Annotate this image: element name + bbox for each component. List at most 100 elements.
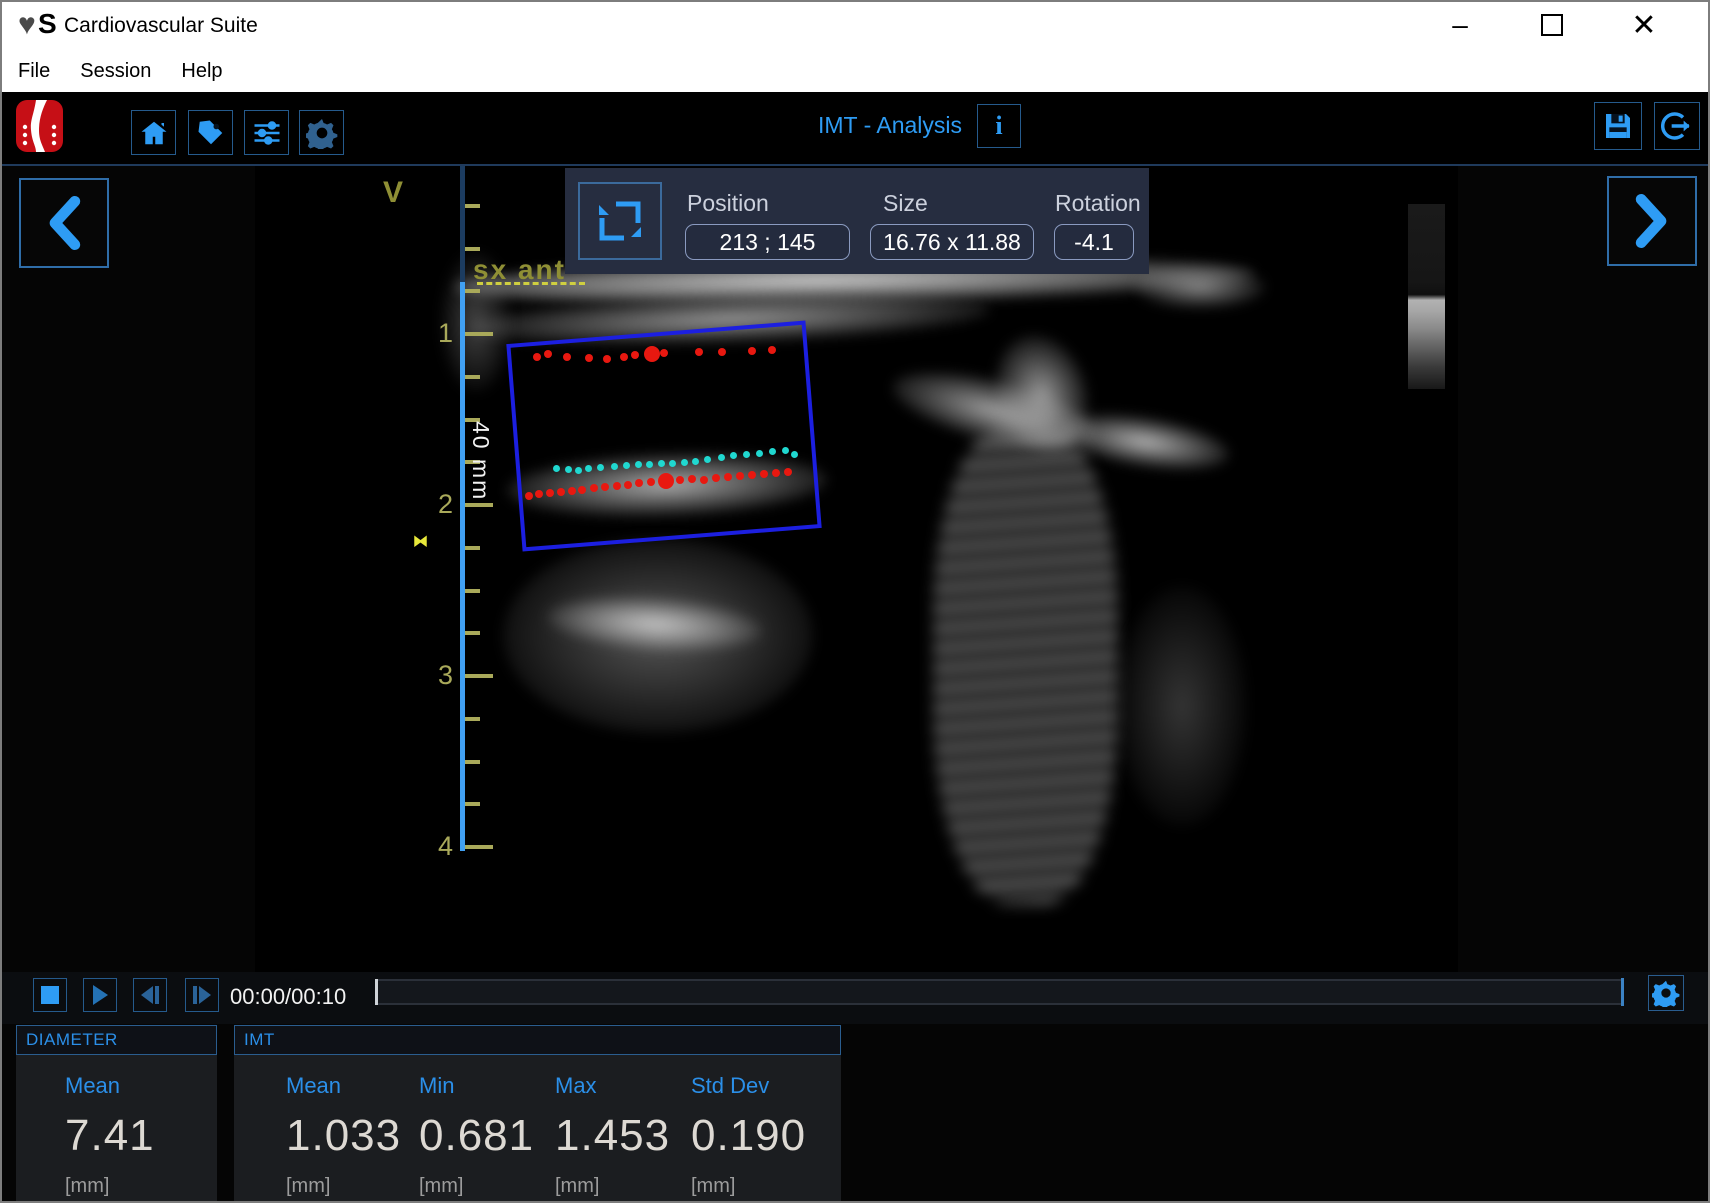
heart-logo-icon: ♥ <box>18 8 36 42</box>
ruler-minor-tick <box>465 289 480 293</box>
near-wall-dot <box>660 349 668 357</box>
ruler-minor-tick <box>465 247 480 251</box>
intima-lumen-dot <box>646 461 653 468</box>
media-adventitia-dot <box>525 492 533 500</box>
menu-session[interactable]: Session <box>80 60 151 83</box>
annotation-underline <box>477 282 585 285</box>
menu-file[interactable]: File <box>18 60 50 83</box>
near-wall-dot <box>563 353 571 361</box>
near-wall-dot <box>718 348 726 356</box>
step-backward-icon <box>139 985 161 1005</box>
stat-label: Std Dev <box>691 1073 806 1099</box>
intima-lumen-dot <box>553 465 560 472</box>
info-icon: i <box>995 111 1002 141</box>
focus-marker-icon: ⧓ <box>413 532 428 550</box>
playhead-marker[interactable] <box>375 979 378 1005</box>
diameter-panel-header: DIAMETER <box>16 1025 217 1055</box>
stat-value: 1.033 <box>286 1111 401 1161</box>
chevron-left-icon <box>42 196 86 250</box>
seek-bar[interactable] <box>375 979 1624 1005</box>
depth-ruler <box>460 282 465 851</box>
intima-lumen-dot <box>658 460 665 467</box>
near-wall-main-marker <box>644 346 660 362</box>
intima-lumen-dot <box>597 464 604 471</box>
stop-button[interactable] <box>33 978 67 1012</box>
info-button[interactable]: i <box>977 104 1021 148</box>
intima-lumen-dot <box>585 465 592 472</box>
media-adventitia-dot <box>535 490 543 498</box>
rotation-value[interactable]: -4.1 <box>1054 224 1134 260</box>
menu-bar: File Session Help <box>2 50 1708 92</box>
measurements-area: DIAMETER Mean 7.41 [mm] IMT Mean 1.033 [… <box>2 1024 1708 1203</box>
previous-image-button[interactable] <box>19 178 109 268</box>
stat-unit: [mm] <box>65 1175 155 1198</box>
ruler-major-tick <box>465 503 493 507</box>
stat-label: Mean <box>286 1073 401 1099</box>
media-adventitia-dot <box>712 474 720 482</box>
depth-range-label: 40 mm <box>467 421 494 501</box>
stat-value: 0.190 <box>691 1111 806 1161</box>
home-button[interactable] <box>131 110 176 155</box>
playback-settings-button[interactable] <box>1648 975 1684 1011</box>
media-adventitia-dot <box>546 489 554 497</box>
imt-max-column: Max 1.453 [mm] <box>555 1055 670 1198</box>
stat-value: 7.41 <box>65 1111 155 1161</box>
roi-properties-panel: Position 213 ; 145 Size 16.76 x 11.88 Ro… <box>565 168 1149 274</box>
ruler-minor-tick <box>465 631 480 635</box>
media-adventitia-dot <box>760 470 768 478</box>
gear-icon <box>306 117 338 149</box>
save-button[interactable]: 1 <box>1594 102 1642 150</box>
close-button[interactable]: ✕ <box>1614 2 1674 48</box>
media-adventitia-dot <box>748 471 756 479</box>
ruler-minor-tick <box>465 375 480 379</box>
minimize-icon: – <box>1452 9 1468 41</box>
size-value[interactable]: 16.76 x 11.88 <box>870 224 1034 260</box>
tag-icon <box>196 118 226 148</box>
media-adventitia-dot <box>676 476 684 484</box>
playback-bar: 00:00/00:10 <box>2 972 1708 1024</box>
settings-sliders-button[interactable] <box>244 110 289 155</box>
seek-end-marker <box>1621 978 1624 1006</box>
save-icon <box>1602 110 1634 142</box>
ruler-minor-tick <box>465 717 480 721</box>
tags-button[interactable] <box>188 110 233 155</box>
ultrasound-viewport[interactable]: 1234 40 mm V sx ant ⧓ P <box>255 166 1458 972</box>
play-button[interactable] <box>83 978 117 1012</box>
maximize-button[interactable] <box>1522 2 1582 48</box>
minimize-button[interactable]: – <box>1430 2 1490 48</box>
imt-min-column: Min 0.681 [mm] <box>419 1055 534 1198</box>
stat-value: 1.453 <box>555 1111 670 1161</box>
intima-lumen-dot <box>743 451 750 458</box>
ruler-minor-tick <box>465 589 480 593</box>
position-value[interactable]: 213 ; 145 <box>685 224 850 260</box>
resize-roi-button[interactable] <box>578 182 662 260</box>
exit-button[interactable] <box>1654 102 1700 150</box>
ruler-depth-label: 3 <box>423 660 453 691</box>
intima-lumen-dot <box>692 458 699 465</box>
media-adventitia-dot <box>557 488 565 496</box>
next-image-button[interactable] <box>1607 176 1697 266</box>
imt-panel-header: IMT <box>234 1025 841 1055</box>
media-adventitia-dot <box>613 482 621 490</box>
ruler-major-tick <box>465 332 493 336</box>
step-backward-button[interactable] <box>133 978 167 1012</box>
media-adventitia-dot <box>635 479 643 487</box>
ruler-major-tick <box>465 845 493 849</box>
orientation-marker: V <box>383 176 403 210</box>
menu-help[interactable]: Help <box>181 60 222 83</box>
intima-lumen-dot <box>681 459 688 466</box>
home-icon <box>139 118 169 148</box>
media-adventitia-dot <box>590 484 598 492</box>
exit-icon <box>1661 110 1693 142</box>
preferences-gear-button[interactable] <box>299 110 344 155</box>
window-title: Cardiovascular Suite <box>64 14 258 38</box>
intima-lumen-dot <box>791 451 798 458</box>
intima-lumen-dot <box>565 466 572 473</box>
intima-lumen-dot <box>730 452 737 459</box>
media-adventitia-dot <box>784 468 792 476</box>
ruler-minor-tick <box>465 546 480 550</box>
size-label: Size <box>883 190 928 217</box>
near-wall-dot <box>631 351 639 359</box>
sliders-icon <box>251 118 283 148</box>
step-forward-button[interactable] <box>185 978 219 1012</box>
